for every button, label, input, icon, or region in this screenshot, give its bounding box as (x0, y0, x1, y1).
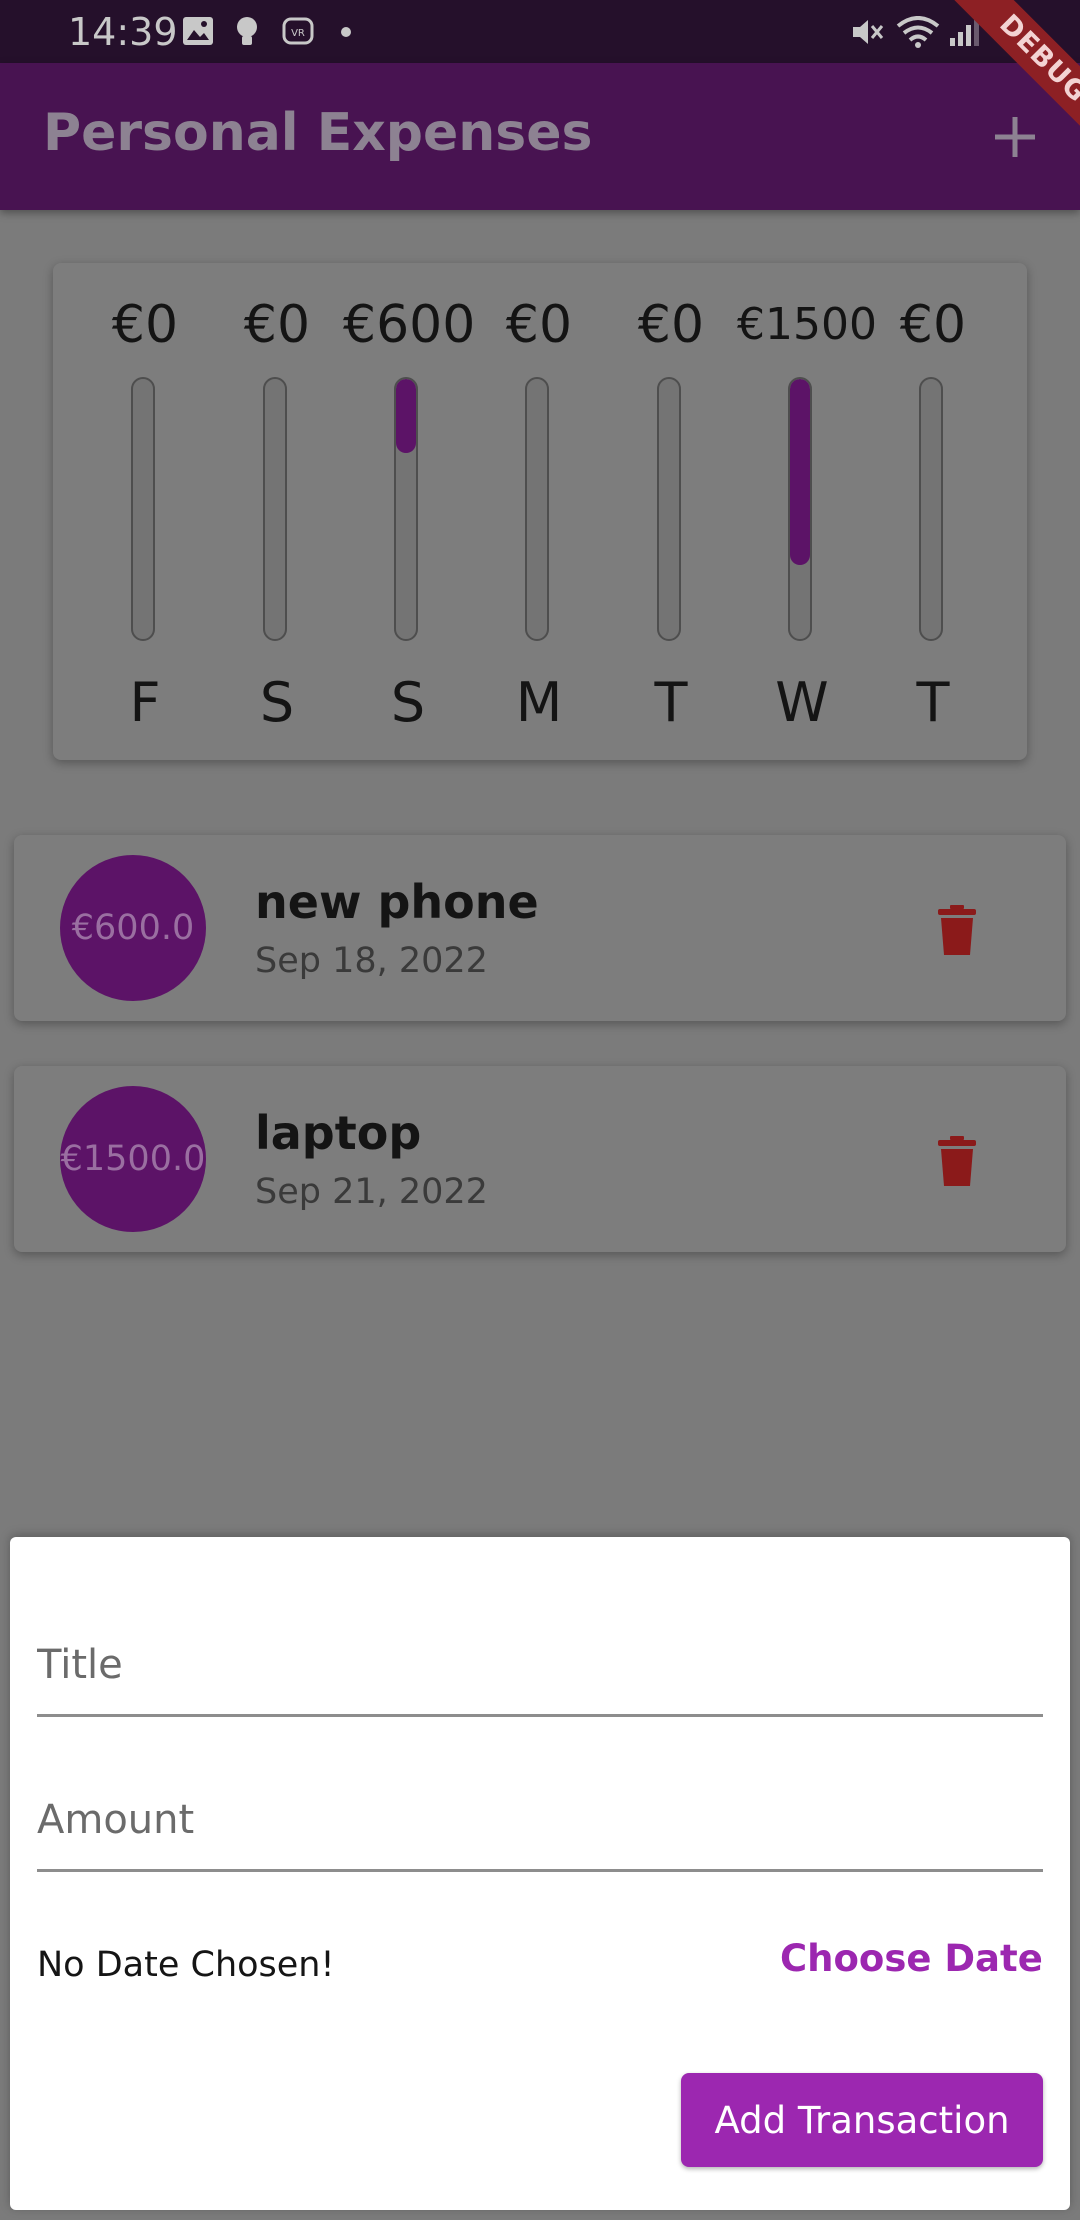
add-transaction-button[interactable]: Add Transaction (681, 2073, 1043, 2167)
bar-amount: €1500 (737, 299, 877, 350)
bar-track (394, 377, 418, 641)
transaction-amount-avatar: €600.0 (60, 855, 206, 1001)
delete-icon[interactable] (938, 1136, 976, 1186)
svg-text:VR: VR (291, 28, 305, 39)
bar-track (525, 377, 549, 641)
transaction-item: €600.0 new phone Sep 18, 2022 (14, 835, 1066, 1021)
bar-day-label: M (515, 671, 563, 734)
debug-label: DEBUG (946, 0, 1080, 150)
mute-icon (850, 16, 886, 53)
vr-icon: VR (282, 16, 314, 51)
bar-track (788, 377, 812, 641)
title-input[interactable] (37, 1642, 1043, 1688)
transaction-title: laptop (255, 1106, 422, 1160)
bar-amount: €0 (637, 295, 705, 355)
bar-day-label: W (775, 671, 829, 734)
bar-amount: €0 (505, 295, 573, 355)
bar-amount: €600 (343, 295, 476, 355)
image-icon (182, 16, 214, 51)
chart-bar: €1500 W (737, 263, 877, 760)
bar-track (263, 377, 287, 641)
bar-day-label: S (390, 671, 426, 734)
transaction-title: new phone (255, 875, 539, 929)
chart-bar: €0 T (868, 263, 998, 760)
transaction-item: €1500.0 laptop Sep 21, 2022 (14, 1066, 1066, 1252)
transaction-amount-avatar: €1500.0 (60, 1086, 206, 1232)
chart-bar: €0 T (606, 263, 736, 760)
bar-amount: €0 (111, 295, 179, 355)
bar-day-label: T (654, 671, 688, 734)
debug-banner: DEBUG (930, 0, 1080, 150)
new-transaction-sheet: No Date Chosen! Choose Date Add Transact… (10, 1537, 1070, 2210)
amount-input[interactable] (37, 1797, 1043, 1843)
bar-amount: €0 (243, 295, 311, 355)
transaction-date: Sep 18, 2022 (255, 941, 488, 981)
bar-fill (396, 379, 416, 454)
dot-icon (340, 25, 352, 43)
weekly-chart: €0 F €0 S €600 S €0 M €0 T €1500 W €0 T (53, 263, 1027, 760)
chart-bar: €0 M (474, 263, 604, 760)
status-bar: 14:39 VR (0, 0, 1080, 63)
bar-track (919, 377, 943, 641)
bar-day-label: F (129, 671, 161, 734)
bar-track (131, 377, 155, 641)
bulb-icon (235, 16, 259, 53)
chart-bar: €0 S (212, 263, 342, 760)
date-status-text: No Date Chosen! (37, 1945, 335, 1985)
delete-icon[interactable] (938, 905, 976, 955)
amount-field (37, 1759, 1043, 1872)
bar-day-label: S (259, 671, 295, 734)
chart-bar: €600 S (343, 263, 476, 760)
choose-date-button[interactable]: Choose Date (780, 1937, 1043, 1980)
status-time: 14:39 (68, 10, 178, 54)
app-title: Personal Expenses (43, 103, 593, 163)
title-field (37, 1604, 1043, 1717)
transaction-date: Sep 21, 2022 (255, 1172, 488, 1212)
app-bar: Personal Expenses (0, 63, 1080, 210)
chart-bar: €0 F (80, 263, 210, 760)
bar-fill (790, 379, 810, 565)
bar-day-label: T (916, 671, 950, 734)
bar-amount: €0 (899, 295, 967, 355)
bar-track (657, 377, 681, 641)
